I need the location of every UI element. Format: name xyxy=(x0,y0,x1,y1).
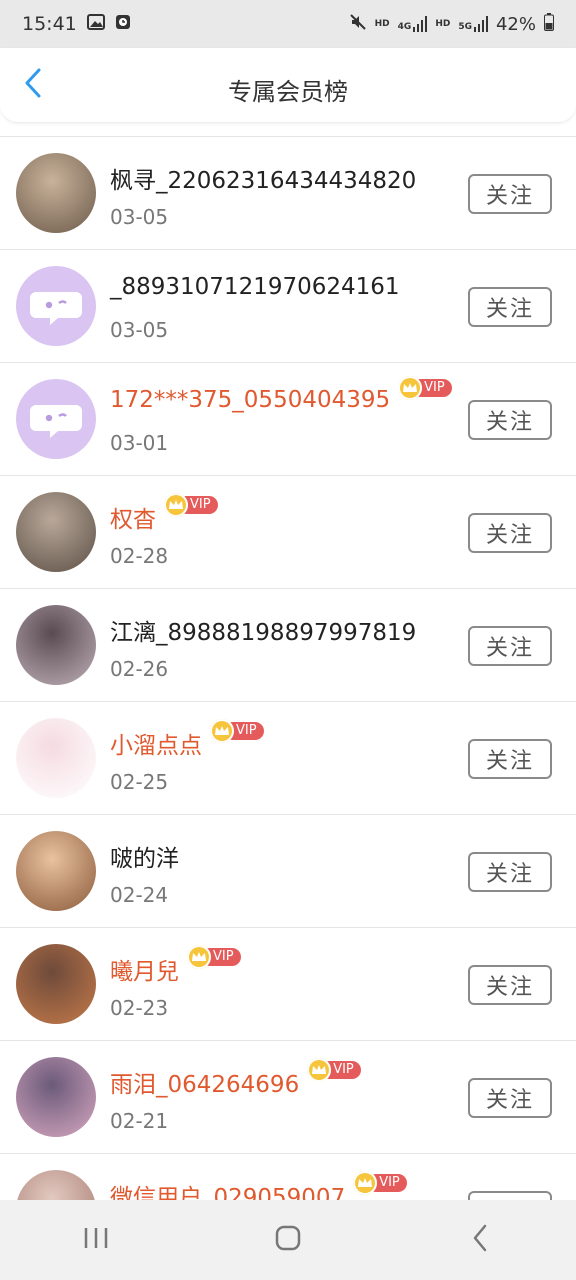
member-date: 03-05 xyxy=(110,318,169,342)
follow-button[interactable]: 关注 xyxy=(468,1078,552,1118)
member-name: 小溜点点 xyxy=(110,733,202,759)
app-header: 专属会员榜 xyxy=(0,48,576,123)
avatar[interactable] xyxy=(16,379,96,459)
member-date: 03-01 xyxy=(110,431,169,455)
signal-icon-2: 5G xyxy=(458,16,488,32)
name-line: 小溜点点 VIP xyxy=(110,719,264,760)
member-name: 江漓_89888198897997819 xyxy=(110,620,417,646)
crown-icon xyxy=(187,945,211,969)
name-line: 权杳 VIP xyxy=(110,493,218,534)
hd-label-2: HD xyxy=(435,18,451,29)
system-back-button[interactable] xyxy=(450,1210,510,1270)
member-row[interactable]: 雨泪_064264696 VIP 02-21 关注 xyxy=(0,1041,576,1154)
chat-bubble-icon xyxy=(30,292,82,325)
member-row[interactable]: 172***375_0550404395 VIP 03-01 关注 xyxy=(0,363,576,476)
follow-button[interactable]: 关注 xyxy=(468,400,552,440)
follow-button[interactable]: 关注 xyxy=(468,174,552,214)
chat-bubble-icon xyxy=(30,405,82,438)
name-line: 微信用户_029059007 VIP xyxy=(110,1171,407,1201)
gallery-icon xyxy=(86,13,105,35)
status-time: 15:41 xyxy=(22,13,77,35)
member-row[interactable]: 微信用户_029059007VIP关注 xyxy=(0,1154,576,1201)
name-line: 曦月兒 VIP xyxy=(110,945,241,986)
signal-icon-1: 4G xyxy=(398,16,428,32)
member-name: 雨泪_064264696 xyxy=(110,1072,300,1098)
follow-button[interactable]: 关注 xyxy=(468,739,552,779)
name-line: 172***375_0550404395 VIP xyxy=(110,376,452,413)
member-date: 02-24 xyxy=(110,883,169,907)
avatar[interactable] xyxy=(16,605,96,685)
follow-button[interactable]: 关注 xyxy=(468,626,552,666)
mute-icon xyxy=(349,13,367,36)
avatar[interactable] xyxy=(16,492,96,572)
name-line: 枫寻_22062316434434820 xyxy=(110,161,416,195)
member-name: _8893107121970624161 xyxy=(110,274,400,300)
member-name: 曦月兒 xyxy=(110,959,179,985)
member-row[interactable]: 曦月兒 VIP 02-23 关注 xyxy=(0,928,576,1041)
recent-apps-button[interactable] xyxy=(66,1210,126,1270)
avatar[interactable] xyxy=(16,944,96,1024)
avatar[interactable] xyxy=(16,1170,96,1201)
recent-apps-icon xyxy=(83,1226,109,1254)
network-4g-label: 4G xyxy=(397,22,412,32)
home-button[interactable] xyxy=(258,1210,318,1270)
avatar[interactable] xyxy=(16,1057,96,1137)
member-date: 03-05 xyxy=(110,205,169,229)
member-row[interactable]: 江漓_89888198897997819 02-26 关注 xyxy=(0,589,576,702)
follow-button[interactable]: 关注 xyxy=(468,513,552,553)
member-date: 02-25 xyxy=(110,770,169,794)
member-name: 微信用户_029059007 xyxy=(110,1185,346,1201)
avatar[interactable] xyxy=(16,266,96,346)
follow-button[interactable]: 关注 xyxy=(468,852,552,892)
vip-badge: VIP xyxy=(307,1058,361,1082)
avatar[interactable] xyxy=(16,831,96,911)
member-row[interactable]: _8893107121970624161 03-05 关注 xyxy=(0,250,576,363)
member-name: 啵的洋 xyxy=(110,846,179,872)
member-name: 172***375_0550404395 xyxy=(110,387,391,413)
name-line: _8893107121970624161 xyxy=(110,274,400,300)
crown-icon xyxy=(164,493,188,517)
member-date: 02-21 xyxy=(110,1109,169,1133)
vip-badge: VIP xyxy=(164,493,218,517)
status-bar: 15:41 HD 4G HD 5G 42% xyxy=(0,0,576,48)
member-list[interactable]: 枫寻_22062316434434820 03-05 关注 _889310712197… xyxy=(0,136,576,1201)
page-title: 专属会员榜 xyxy=(228,78,348,106)
hd-label-1: HD xyxy=(374,18,390,29)
battery-icon xyxy=(544,12,554,36)
clock-icon xyxy=(115,13,131,35)
home-icon xyxy=(275,1225,301,1255)
name-line: 雨泪_064264696 VIP xyxy=(110,1058,361,1099)
battery-percent: 42% xyxy=(495,13,536,35)
name-line: 江漓_89888198897997819 xyxy=(110,613,416,647)
member-row[interactable]: 小溜点点 VIP 02-25 关注 xyxy=(0,702,576,815)
member-date: 02-28 xyxy=(110,544,169,568)
vip-badge: VIP xyxy=(398,376,452,400)
member-row[interactable]: 啵的洋 02-24 关注 xyxy=(0,815,576,928)
member-date: 02-23 xyxy=(110,996,169,1020)
network-5g-label: 5G xyxy=(458,22,472,32)
crown-icon xyxy=(210,719,234,743)
avatar[interactable] xyxy=(16,718,96,798)
member-row[interactable]: 枫寻_22062316434434820 03-05 关注 xyxy=(0,137,576,250)
crown-icon xyxy=(398,376,423,400)
follow-button[interactable]: 关注 xyxy=(468,965,552,1005)
member-date: 02-26 xyxy=(110,657,169,681)
vip-badge: VIP xyxy=(210,719,264,743)
system-nav-bar xyxy=(0,1200,576,1280)
avatar[interactable] xyxy=(16,153,96,233)
member-name: 权杳 xyxy=(110,507,156,533)
member-row[interactable]: 权杳 VIP 02-28 关注 xyxy=(0,476,576,589)
vip-badge: VIP xyxy=(187,945,241,969)
vip-badge: VIP xyxy=(353,1171,407,1195)
name-line: 啵的洋 xyxy=(110,839,179,873)
member-name: 枫寻_22062316434434820 xyxy=(110,168,417,194)
back-arrow-icon xyxy=(472,1224,488,1256)
follow-button[interactable]: 关注 xyxy=(468,287,552,327)
